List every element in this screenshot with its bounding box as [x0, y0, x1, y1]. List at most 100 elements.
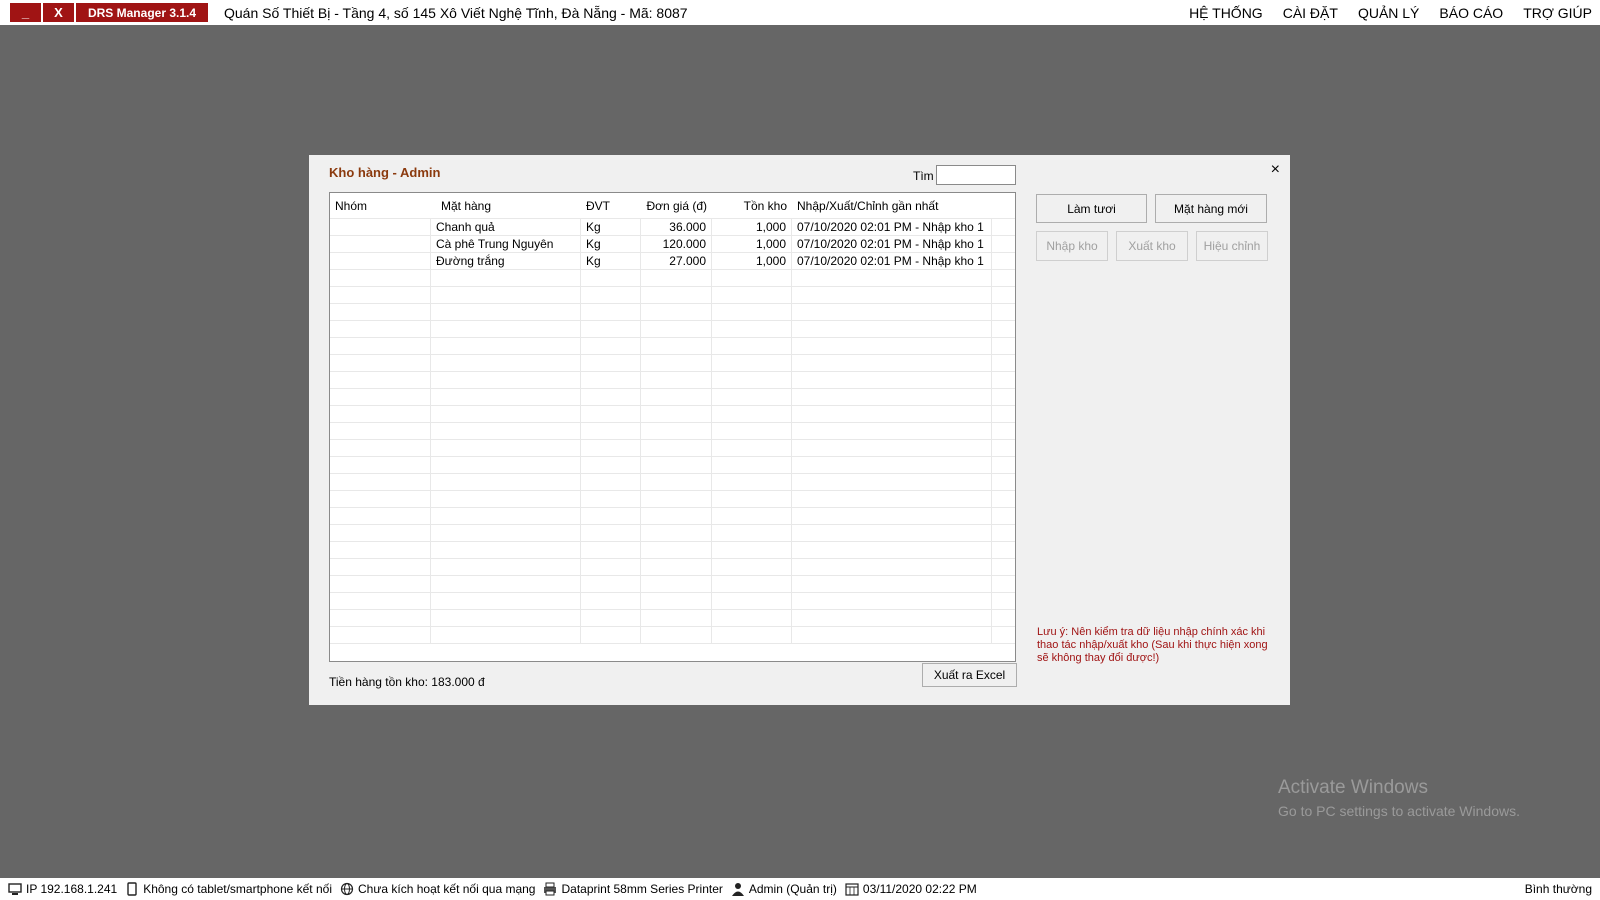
- empty-cell: [712, 405, 792, 423]
- new-item-button[interactable]: Mặt hàng mới: [1155, 194, 1267, 223]
- menu-help[interactable]: TRỢ GIÚP: [1523, 5, 1592, 21]
- empty-cell: [431, 422, 581, 440]
- minimize-button[interactable]: _: [10, 3, 41, 22]
- empty-cell: [641, 558, 712, 576]
- status-tablet-text: Không có tablet/smartphone kết nối: [143, 882, 332, 896]
- table-row[interactable]: Cà phê Trung Nguyên Kg 120.000 1,000 07/…: [330, 235, 1015, 253]
- user-icon: [731, 883, 744, 896]
- empty-cell: [330, 609, 431, 627]
- empty-cell: [792, 354, 992, 372]
- empty-cell: [712, 575, 792, 593]
- empty-row: [330, 473, 1015, 491]
- empty-row: [330, 592, 1015, 610]
- empty-cell: [431, 507, 581, 525]
- shop-info: Quán Số Thiết Bị - Tầng 4, số 145 Xô Viế…: [224, 4, 688, 21]
- empty-row: [330, 337, 1015, 355]
- export-stock-button[interactable]: Xuất kho: [1116, 231, 1188, 261]
- empty-cell: [581, 524, 641, 542]
- empty-cell: [792, 388, 992, 406]
- warehouse-dialog: Kho hàng - Admin × Tìm Nhóm Mặt hàng ĐVT…: [309, 155, 1290, 705]
- empty-cell: [581, 320, 641, 338]
- empty-row: [330, 439, 1015, 457]
- empty-row: [330, 269, 1015, 287]
- empty-row: [330, 286, 1015, 304]
- table-row[interactable]: Chanh quả Kg 36.000 1,000 07/10/2020 02:…: [330, 218, 1015, 236]
- empty-cell: [330, 473, 431, 491]
- empty-cell: [792, 371, 992, 389]
- empty-cell: [330, 626, 431, 644]
- col-header-price[interactable]: Đơn giá (đ): [641, 193, 712, 219]
- empty-cell: [641, 269, 712, 287]
- empty-cell: [581, 371, 641, 389]
- search-input[interactable]: [936, 165, 1016, 185]
- empty-cell: [792, 575, 992, 593]
- status-ip-text: IP 192.168.1.241: [26, 882, 118, 896]
- empty-cell: [712, 524, 792, 542]
- col-header-stock[interactable]: Tồn kho: [712, 193, 792, 219]
- empty-cell: [330, 490, 431, 508]
- empty-row: [330, 626, 1015, 644]
- empty-cell: [330, 456, 431, 474]
- col-header-unit[interactable]: ĐVT: [581, 193, 641, 219]
- dialog-title: Kho hàng - Admin: [329, 165, 441, 180]
- empty-cell: [641, 371, 712, 389]
- empty-cell: [792, 626, 992, 644]
- status-network: Chưa kích hoạt kết nối qua mạng: [340, 882, 535, 896]
- empty-cell: [581, 303, 641, 321]
- activate-windows-title: Activate Windows: [1278, 777, 1428, 798]
- empty-cell: [581, 456, 641, 474]
- globe-icon: [340, 882, 354, 896]
- empty-row: [330, 609, 1015, 627]
- table-row[interactable]: Đường trắng Kg 27.000 1,000 07/10/2020 0…: [330, 252, 1015, 270]
- empty-cell: [330, 558, 431, 576]
- empty-cell: [431, 626, 581, 644]
- empty-cell: [641, 388, 712, 406]
- menu-manage[interactable]: QUẢN LÝ: [1358, 5, 1419, 21]
- inventory-grid[interactable]: Nhóm Mặt hàng ĐVT Đơn giá (đ) Tồn kho Nh…: [329, 192, 1016, 662]
- status-mode: Bình thường: [1524, 882, 1592, 896]
- empty-cell: [431, 337, 581, 355]
- cell-stock: 1,000: [712, 218, 792, 236]
- empty-cell: [792, 286, 992, 304]
- refresh-button[interactable]: Làm tươi: [1036, 194, 1147, 223]
- menu-settings[interactable]: CÀI ĐẶT: [1283, 5, 1338, 21]
- col-header-last-action[interactable]: Nhập/Xuất/Chỉnh gần nhất: [792, 193, 992, 219]
- menu-system[interactable]: HỆ THỐNG: [1189, 5, 1263, 21]
- empty-row: [330, 541, 1015, 559]
- empty-cell: [330, 524, 431, 542]
- status-bar: IP 192.168.1.241 Không có tablet/smartph…: [0, 878, 1600, 900]
- empty-cell: [330, 320, 431, 338]
- empty-cell: [641, 473, 712, 491]
- empty-cell: [581, 609, 641, 627]
- col-header-group[interactable]: Nhóm: [330, 193, 431, 219]
- empty-cell: [431, 609, 581, 627]
- cell-price: 120.000: [641, 235, 712, 253]
- empty-cell: [581, 439, 641, 457]
- empty-cell: [792, 541, 992, 559]
- import-stock-button[interactable]: Nhập kho: [1036, 231, 1108, 261]
- empty-row: [330, 422, 1015, 440]
- empty-cell: [712, 269, 792, 287]
- cell-group: [330, 252, 431, 270]
- cell-last-action: 07/10/2020 02:01 PM - Nhập kho 1: [792, 252, 992, 270]
- empty-cell: [581, 473, 641, 491]
- empty-cell: [641, 439, 712, 457]
- close-app-button[interactable]: X: [43, 3, 74, 22]
- export-excel-button[interactable]: Xuất ra Excel: [922, 663, 1017, 687]
- empty-row: [330, 575, 1015, 593]
- empty-cell: [712, 439, 792, 457]
- empty-cell: [330, 405, 431, 423]
- empty-cell: [792, 422, 992, 440]
- empty-cell: [581, 388, 641, 406]
- cell-unit: Kg: [581, 235, 641, 253]
- menu-reports[interactable]: BÁO CÁO: [1439, 5, 1503, 21]
- col-header-item[interactable]: Mặt hàng: [431, 193, 581, 219]
- empty-cell: [641, 422, 712, 440]
- dialog-close-icon[interactable]: ×: [1271, 161, 1280, 179]
- empty-cell: [330, 541, 431, 559]
- empty-cell: [641, 456, 712, 474]
- empty-cell: [792, 507, 992, 525]
- empty-cell: [712, 626, 792, 644]
- adjust-stock-button[interactable]: Hiệu chỉnh: [1196, 231, 1268, 261]
- empty-cell: [431, 439, 581, 457]
